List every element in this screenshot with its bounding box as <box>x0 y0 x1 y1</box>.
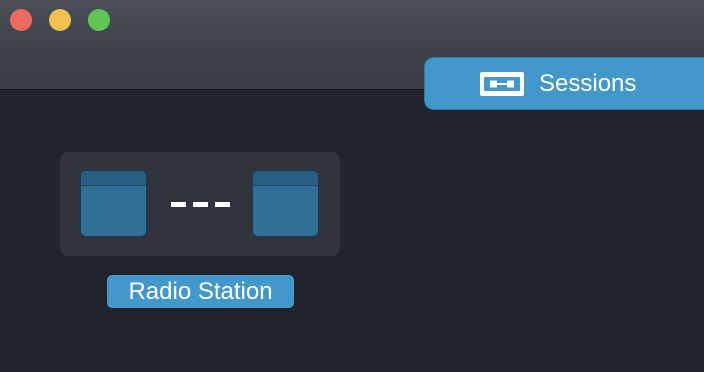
tab-sessions[interactable]: Sessions <box>424 57 704 110</box>
tab-sessions-label: Sessions <box>539 70 637 97</box>
panel-window-icon <box>252 170 319 237</box>
close-window-button[interactable] <box>10 9 32 31</box>
app-window: Sessions Radio Station <box>0 0 704 372</box>
dashed-link-icon <box>169 202 231 207</box>
panel-window-icon <box>80 170 147 237</box>
maximize-window-button[interactable] <box>88 9 110 31</box>
session-card[interactable] <box>60 152 340 256</box>
sessions-icon <box>480 72 524 96</box>
minimize-window-button[interactable] <box>49 9 71 31</box>
session-name-label[interactable]: Radio Station <box>107 275 294 308</box>
